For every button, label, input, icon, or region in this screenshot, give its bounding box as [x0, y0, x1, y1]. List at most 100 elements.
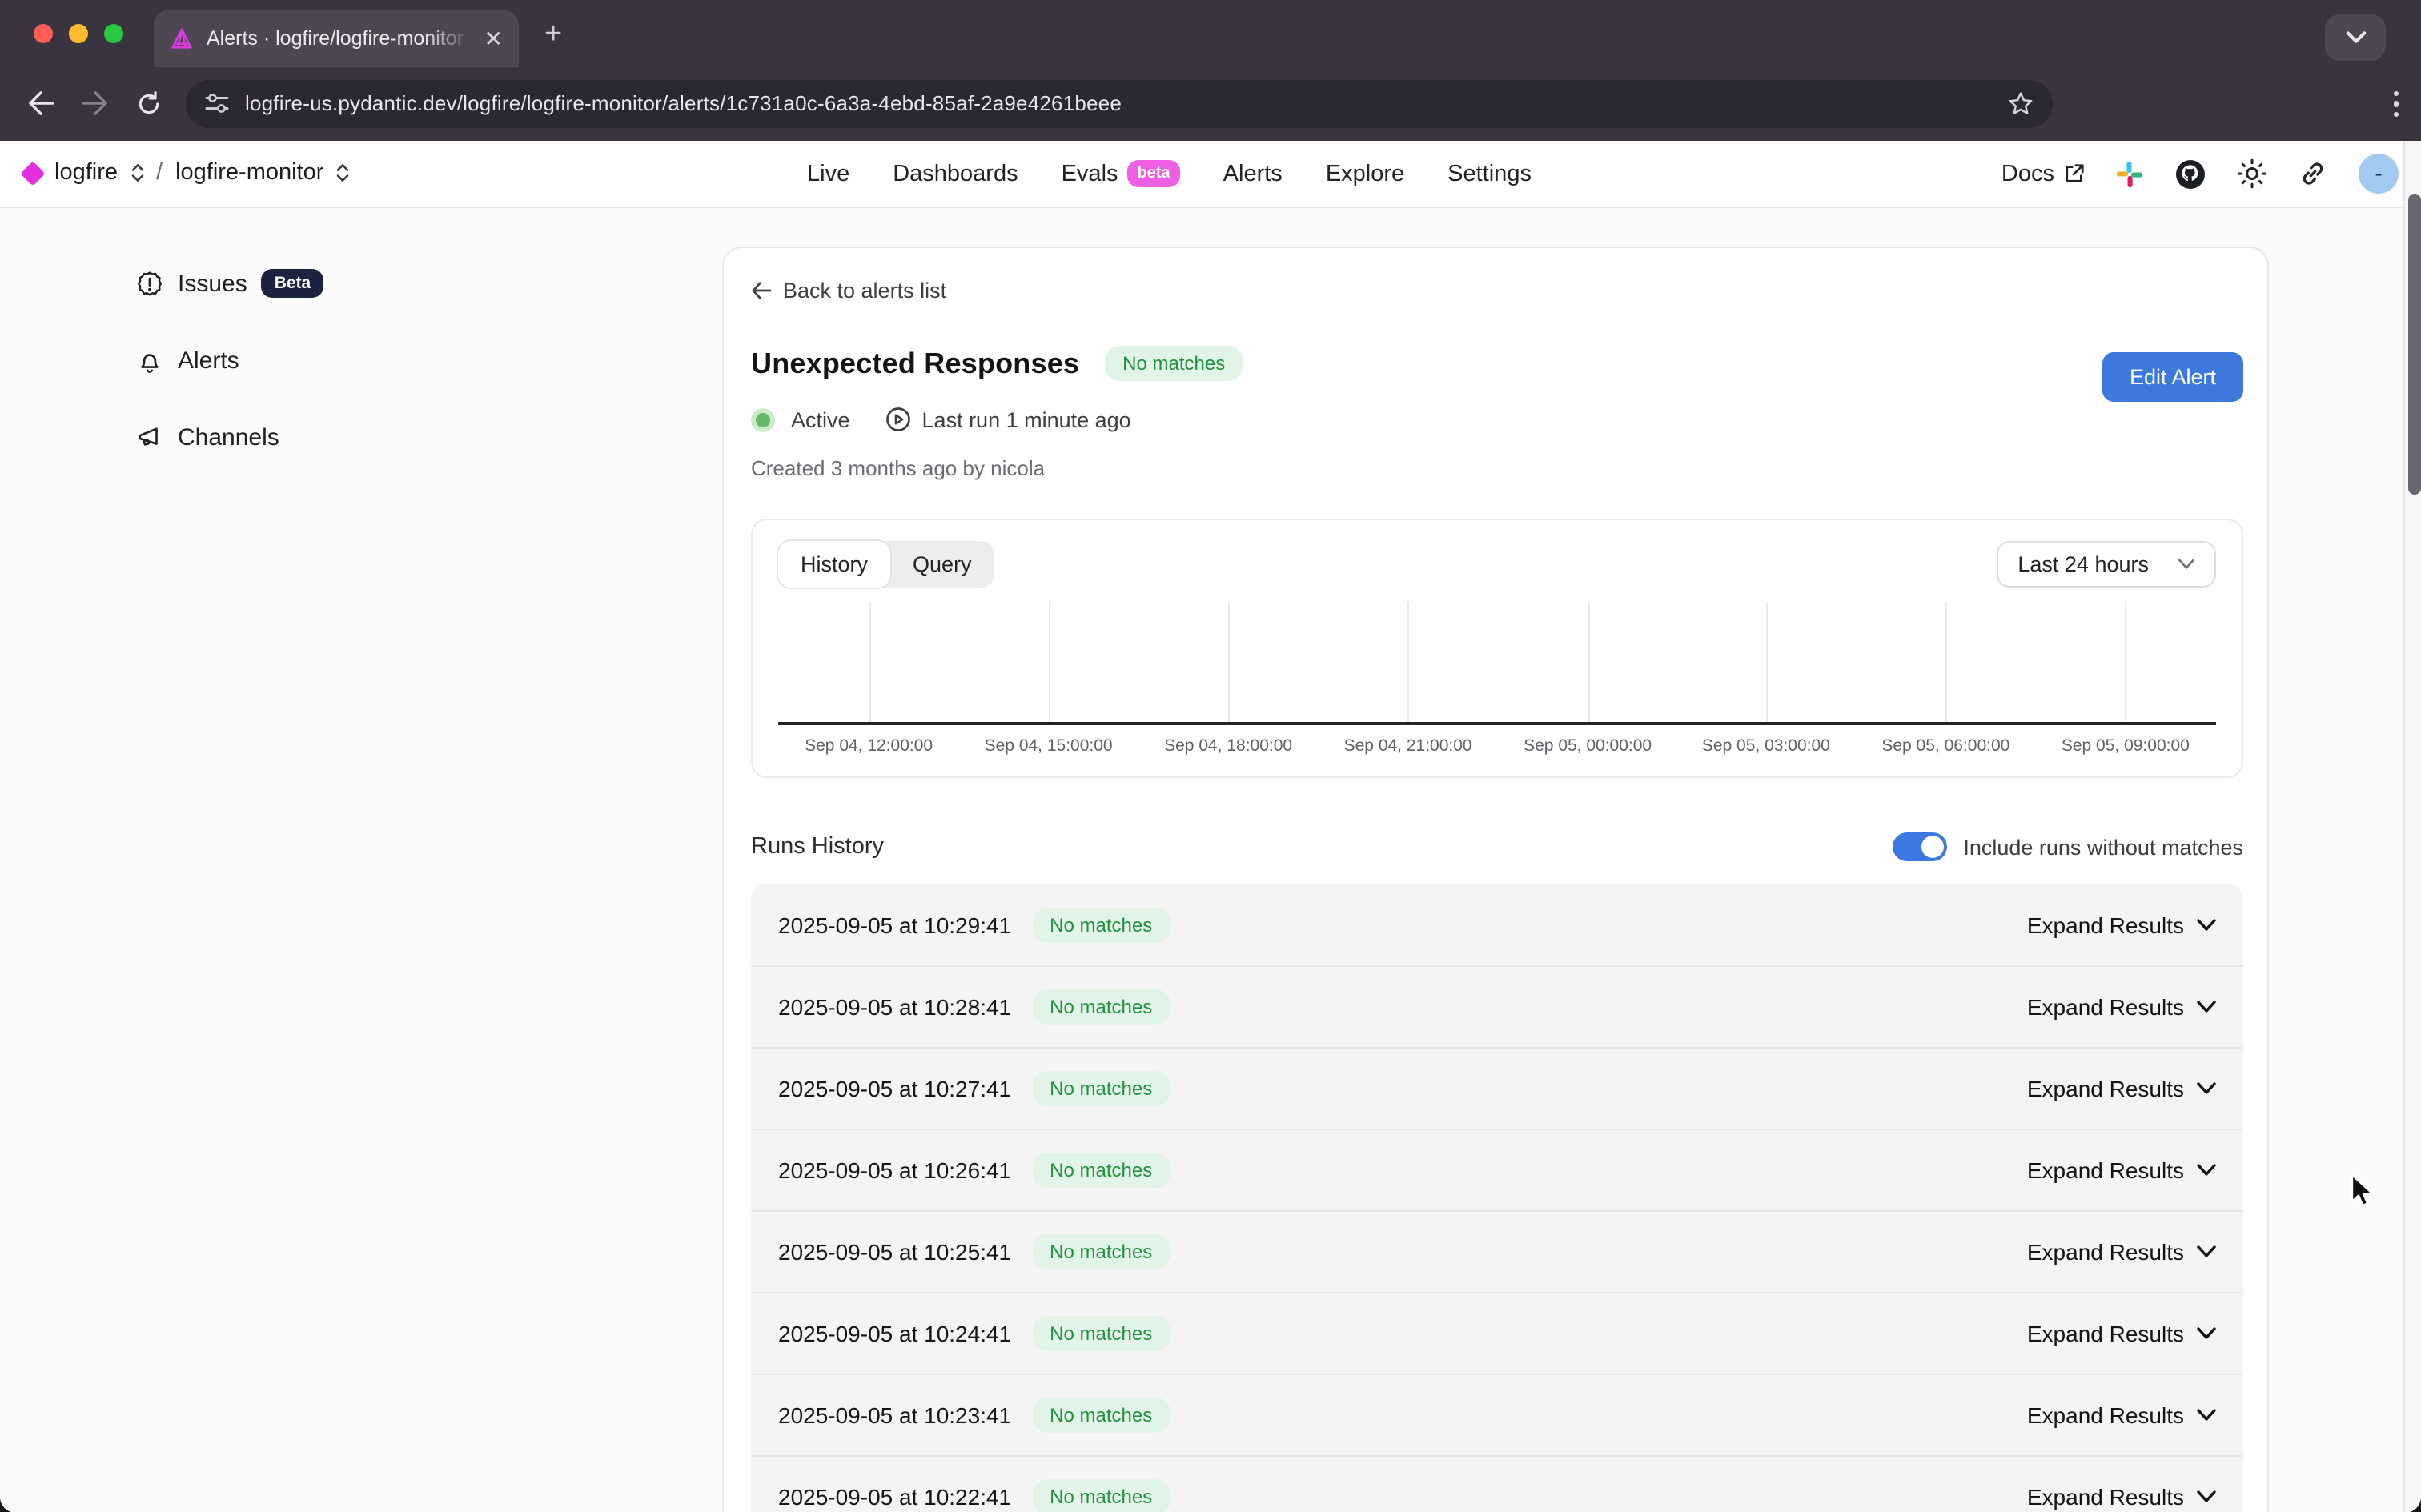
window-controls[interactable] — [34, 24, 123, 43]
x-tick: Sep 04, 18:00:00 — [1164, 736, 1292, 756]
runs-history-title: Runs History — [751, 834, 884, 860]
expand-results-button[interactable]: Expand Results — [2027, 1321, 2216, 1346]
docs-link[interactable]: Docs — [2001, 161, 2085, 186]
tab-close-icon[interactable]: ✕ — [484, 27, 503, 50]
bell-icon — [136, 347, 163, 374]
created-by-label: Created 3 months ago by nicola — [751, 456, 2242, 480]
expand-results-button[interactable]: Expand Results — [2027, 1402, 2216, 1428]
evals-beta-badge: beta — [1128, 160, 1180, 187]
run-row[interactable]: 2025-09-05 at 10:25:41 No matches Expand… — [751, 1210, 2243, 1292]
scrollbar-thumb[interactable] — [2407, 193, 2420, 494]
run-match-badge: No matches — [1032, 1071, 1170, 1106]
page-scrollbar[interactable] — [2403, 140, 2421, 1512]
theme-sun-icon[interactable] — [2237, 158, 2267, 189]
alert-match-badge: No matches — [1105, 346, 1243, 381]
project-selector-chevrons-icon[interactable] — [336, 163, 349, 182]
alert-title-row: Unexpected Responses No matches — [751, 346, 2242, 381]
org-selector[interactable]: logfire — [54, 160, 118, 186]
nav-settings[interactable]: Settings — [1447, 161, 1532, 186]
close-window-button[interactable] — [34, 24, 53, 43]
slack-icon[interactable] — [2115, 159, 2144, 188]
nav-live[interactable]: Live — [807, 161, 849, 186]
github-icon[interactable] — [2174, 158, 2206, 190]
alert-detail-card: Back to alerts list Unexpected Responses… — [722, 247, 2269, 1512]
nav-alerts[interactable]: Alerts — [1223, 161, 1283, 186]
run-row[interactable]: 2025-09-05 at 10:26:41 No matches Expand… — [751, 1129, 2243, 1210]
expand-results-button[interactable]: Expand Results — [2027, 1076, 2216, 1101]
site-settings-icon[interactable] — [205, 94, 229, 114]
browser-menu-icon[interactable] — [2393, 90, 2399, 117]
tab-history[interactable]: History — [778, 541, 890, 588]
nav-explore[interactable]: Explore — [1326, 161, 1404, 186]
x-tick: Sep 05, 00:00:00 — [1524, 736, 1652, 756]
chevron-down-icon — [2197, 1001, 2216, 1013]
browser-tab[interactable]: Alerts · logfire/logfire-monitor ✕ — [154, 10, 519, 67]
edit-alert-button[interactable]: Edit Alert — [2102, 352, 2243, 402]
run-match-badge: No matches — [1032, 1398, 1170, 1433]
share-link-icon[interactable] — [2298, 158, 2328, 189]
expand-results-button[interactable]: Expand Results — [2027, 1157, 2216, 1183]
run-match-badge: No matches — [1032, 1234, 1170, 1269]
bookmark-star-icon[interactable] — [2008, 91, 2034, 117]
sidebar-item-alerts[interactable]: Alerts — [0, 341, 722, 379]
alert-title: Unexpected Responses — [751, 347, 1079, 380]
expand-results-button[interactable]: Expand Results — [2027, 994, 2216, 1020]
org-selector-chevrons-icon[interactable] — [130, 163, 143, 182]
run-row[interactable]: 2025-09-05 at 10:22:41 No matches Expand… — [751, 1455, 2243, 1512]
history-panel: History Query Last 24 hours — [751, 519, 2243, 778]
run-row[interactable]: 2025-09-05 at 10:24:41 No matches Expand… — [751, 1292, 2243, 1374]
nav-dashboards[interactable]: Dashboards — [893, 161, 1018, 186]
x-tick: Sep 04, 15:00:00 — [985, 736, 1113, 756]
new-tab-button[interactable]: + — [544, 18, 562, 53]
chevron-down-icon — [2197, 918, 2216, 931]
include-runs-toggle[interactable] — [1893, 832, 1947, 861]
browser-window: Alerts · logfire/logfire-monitor ✕ + lo — [0, 0, 2421, 1512]
chevron-down-icon — [2197, 1082, 2216, 1095]
run-timestamp: 2025-09-05 at 10:29:41 — [778, 912, 1011, 937]
sidebar-item-issues[interactable]: Issues Beta — [0, 264, 722, 303]
reload-button[interactable] — [122, 77, 176, 131]
back-button[interactable] — [13, 77, 67, 131]
logfire-logo-icon — [20, 160, 45, 185]
minimize-window-button[interactable] — [69, 24, 88, 43]
last-run: Last run 1 minute ago — [885, 407, 1131, 432]
history-query-tabs: History Query — [778, 541, 994, 588]
issue-alert-icon — [136, 270, 163, 297]
chevron-down-icon — [2197, 1164, 2216, 1177]
tab-query[interactable]: Query — [890, 541, 994, 588]
x-tick: Sep 04, 21:00:00 — [1344, 736, 1472, 756]
x-tick: Sep 05, 03:00:00 — [1702, 736, 1830, 756]
issues-beta-badge: Beta — [262, 270, 324, 298]
x-tick: Sep 05, 06:00:00 — [1881, 736, 2009, 756]
mouse-cursor — [2351, 1173, 2375, 1209]
time-range-select[interactable]: Last 24 hours — [1997, 541, 2216, 588]
user-avatar[interactable]: - — [2359, 154, 2399, 194]
chart-x-axis: Sep 04, 12:00:00 Sep 04, 15:00:00 Sep 04… — [778, 725, 2216, 767]
include-runs-toggle-group: Include runs without matches — [1893, 832, 2243, 861]
chevron-down-icon — [2178, 559, 2195, 570]
run-row[interactable]: 2025-09-05 at 10:23:41 No matches Expand… — [751, 1374, 2243, 1455]
run-row[interactable]: 2025-09-05 at 10:28:41 No matches Expand… — [751, 965, 2243, 1047]
run-timestamp: 2025-09-05 at 10:26:41 — [778, 1157, 1011, 1183]
expand-results-button[interactable]: Expand Results — [2027, 912, 2216, 937]
url-text[interactable]: logfire-us.pydantic.dev/logfire/logfire-… — [245, 92, 1992, 116]
tab-search-button[interactable] — [2325, 14, 2386, 61]
sidebar-item-label: Issues — [178, 270, 247, 297]
project-selector[interactable]: logfire-monitor — [175, 160, 323, 186]
run-timestamp: 2025-09-05 at 10:23:41 — [778, 1402, 1011, 1428]
run-row[interactable]: 2025-09-05 at 10:29:41 No matches Expand… — [751, 884, 2243, 965]
run-timestamp: 2025-09-05 at 10:27:41 — [778, 1076, 1011, 1101]
sidebar-item-channels[interactable]: Channels — [0, 418, 722, 456]
nav-evals[interactable]: Evalsbeta — [1062, 160, 1180, 187]
expand-results-button[interactable]: Expand Results — [2027, 1239, 2216, 1265]
forward-button[interactable] — [67, 77, 122, 131]
app-header: logfire / logfire-monitor Live Dashboard… — [0, 140, 2421, 207]
zoom-window-button[interactable] — [104, 24, 123, 43]
run-match-badge: No matches — [1032, 907, 1170, 942]
arrow-left-icon — [751, 282, 772, 299]
url-bar[interactable]: logfire-us.pydantic.dev/logfire/logfire-… — [186, 80, 2053, 128]
expand-results-button[interactable]: Expand Results — [2027, 1484, 2216, 1510]
back-to-alerts-link[interactable]: Back to alerts list — [751, 279, 2242, 303]
header-actions: Docs — [2001, 140, 2399, 207]
run-row[interactable]: 2025-09-05 at 10:27:41 No matches Expand… — [751, 1047, 2243, 1129]
